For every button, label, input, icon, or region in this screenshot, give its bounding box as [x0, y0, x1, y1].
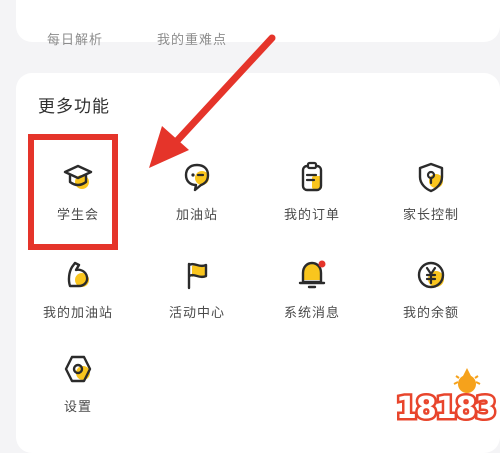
svg-text:18183: 18183 — [396, 391, 495, 426]
watermark-logo: 18183 — [394, 368, 498, 428]
